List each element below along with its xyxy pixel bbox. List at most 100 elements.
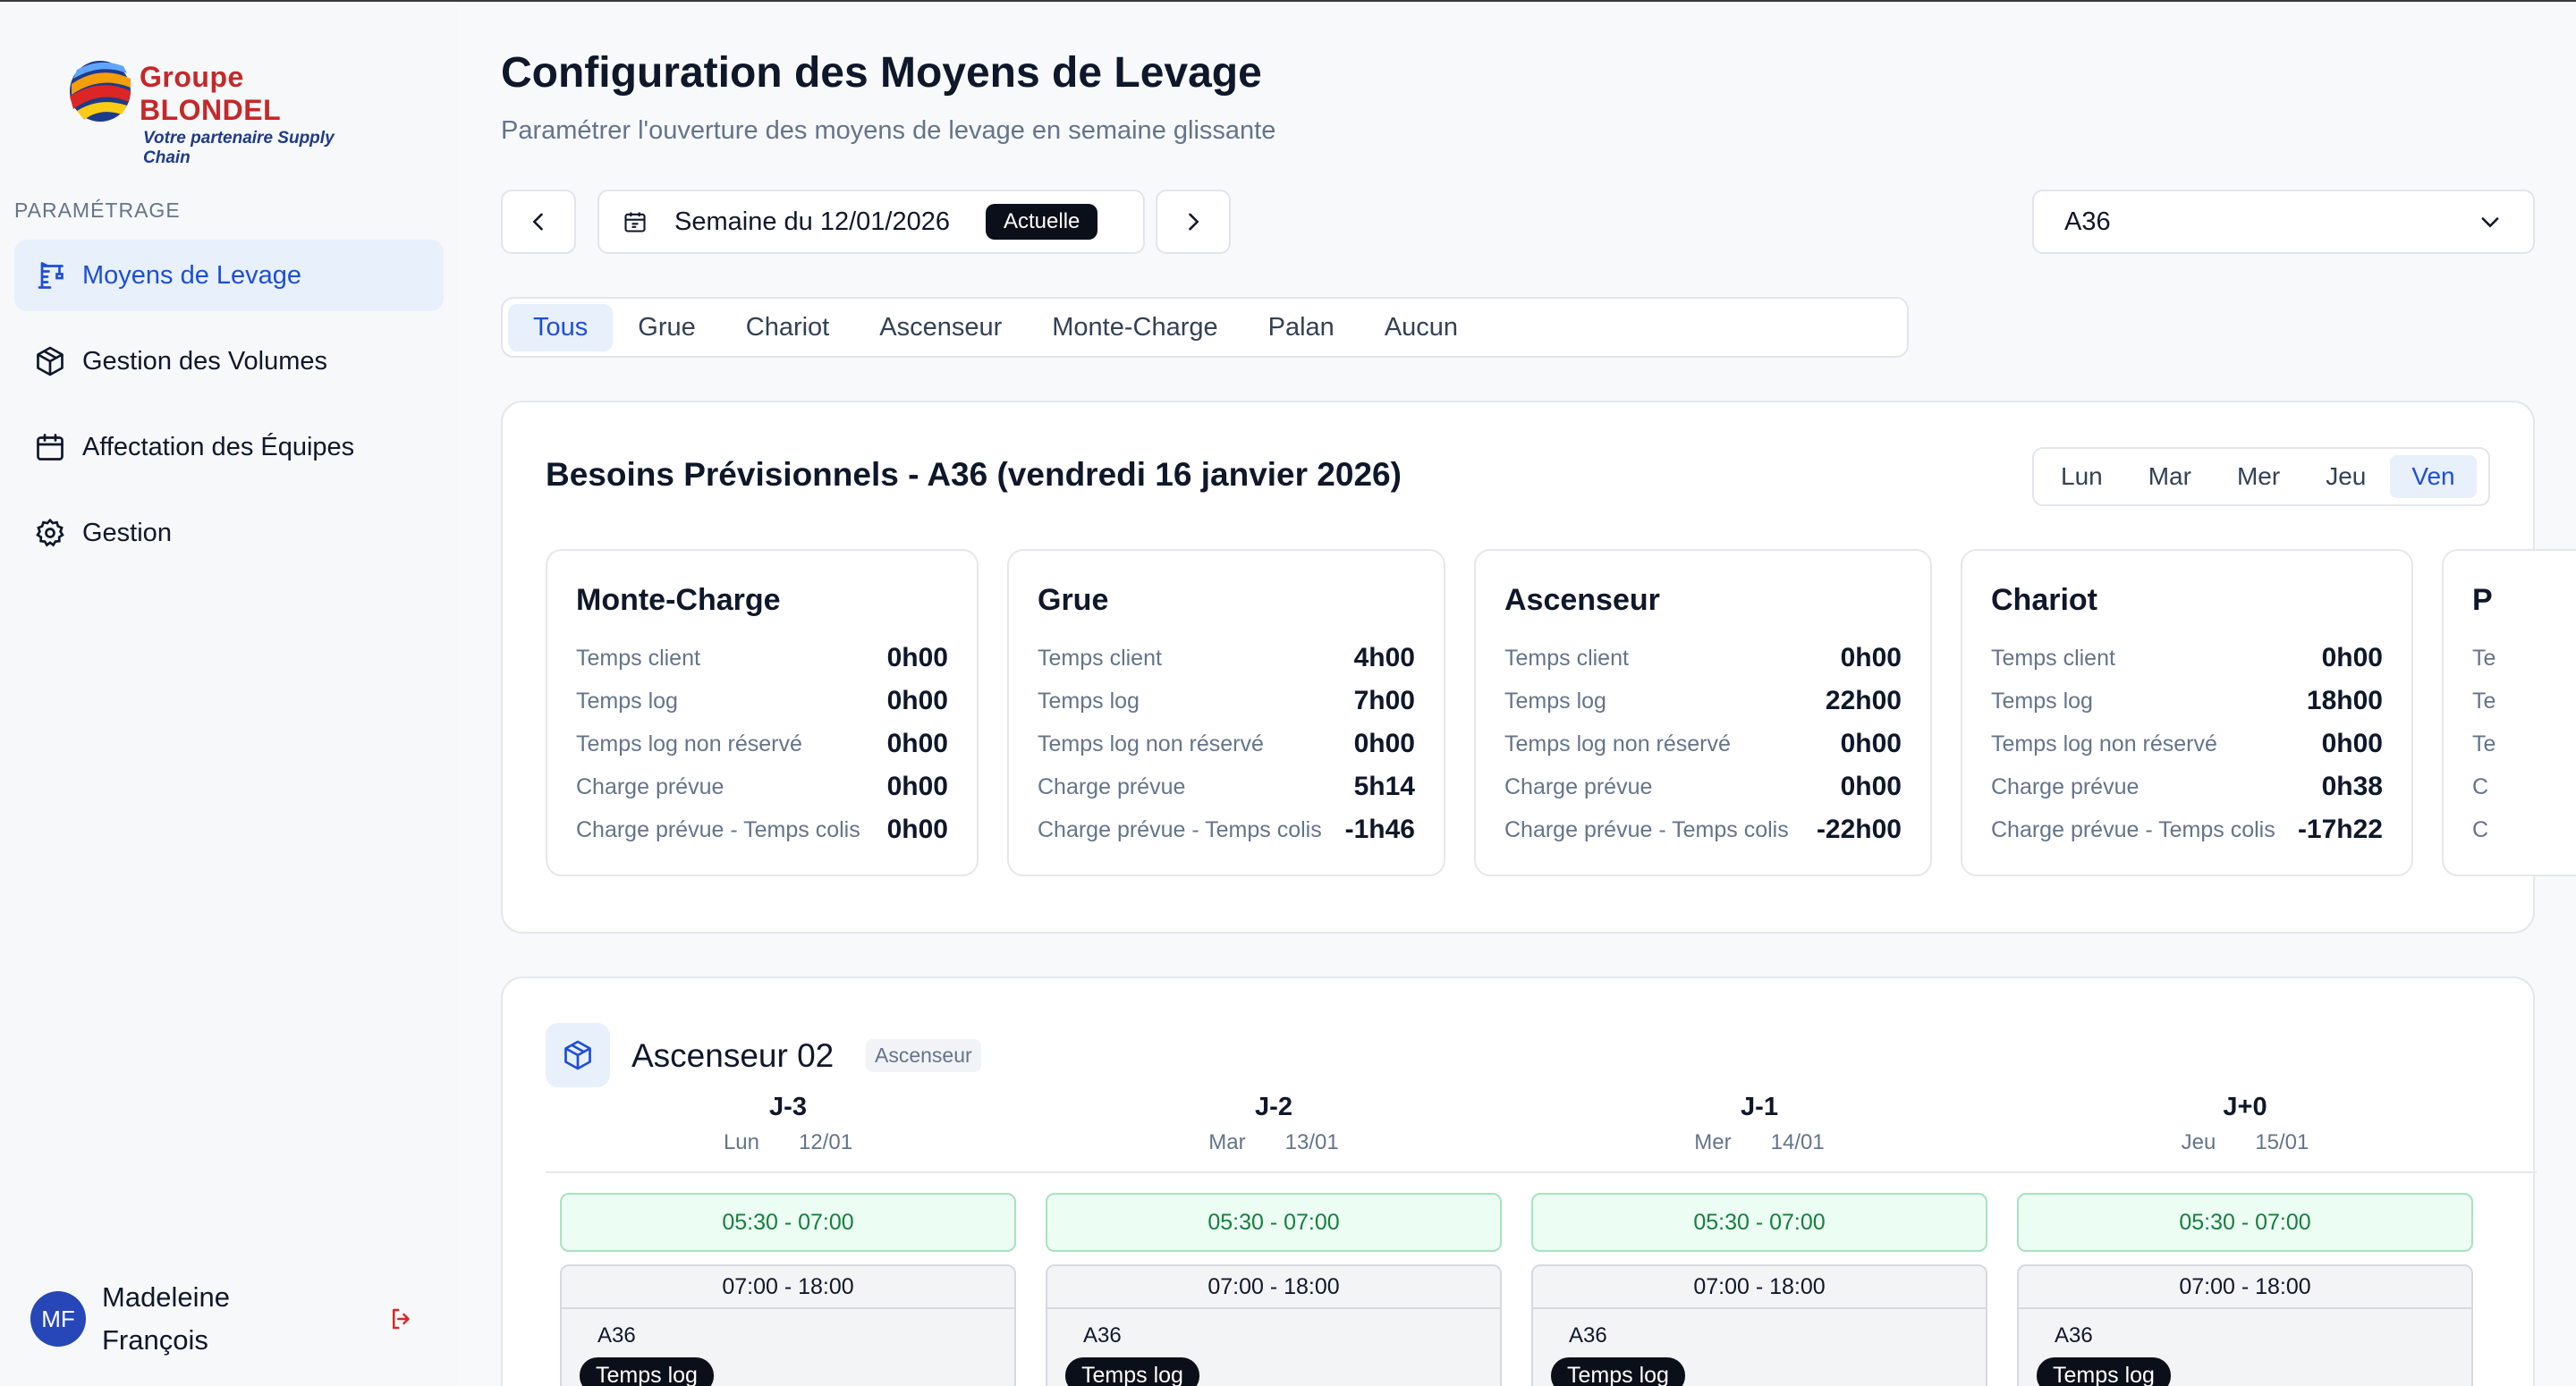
stat-value: 0h00 bbox=[886, 815, 948, 844]
slot-site: A36 bbox=[597, 1323, 636, 1348]
current-week-badge: Actuelle bbox=[985, 204, 1098, 240]
tab-mar[interactable]: Mar bbox=[2127, 455, 2213, 498]
stat-card-palan: P Te Te Te C C bbox=[2442, 549, 2576, 876]
stat-label: Temps log bbox=[1504, 688, 1606, 714]
sidebar-item-moyens-de-levage[interactable]: Moyens de Levage bbox=[14, 240, 444, 311]
page-subtitle: Paramétrer l'ouverture des moyens de lev… bbox=[501, 116, 1276, 145]
schedule-column: J-1 Mer 14/01 05:30 - 07:00 07:00 - 18:00… bbox=[1531, 1093, 1987, 1386]
globe-logo-icon bbox=[70, 61, 131, 122]
stat-value: 0h00 bbox=[886, 686, 948, 715]
stat-label: Charge prévue - Temps colis bbox=[1991, 816, 2275, 842]
user-profile: MF Madeleine François bbox=[30, 1279, 415, 1359]
stat-label: Charge prévue - Temps colis bbox=[1038, 816, 1322, 842]
stat-label: Temps log bbox=[1038, 688, 1140, 714]
slot-site: A36 bbox=[2055, 1323, 2093, 1348]
stat-value: 4h00 bbox=[1353, 643, 1415, 672]
equipment-card: Ascenseur 02 Ascenseur J-3 Lun 12/01 05:3… bbox=[501, 976, 2537, 1386]
calendar-icon bbox=[624, 212, 646, 232]
week-selector[interactable]: Semaine du 12/01/2026 Actuelle bbox=[597, 190, 1145, 254]
stat-value: -17h22 bbox=[2297, 815, 2383, 844]
stat-value: 0h00 bbox=[1840, 729, 1902, 758]
column-day: Jeu bbox=[2181, 1130, 2216, 1154]
schedule-column: J-2 Mar 13/01 05:30 - 07:00 07:00 - 18:00… bbox=[1046, 1093, 1502, 1386]
prev-week-button[interactable] bbox=[501, 190, 576, 254]
sidebar-item-gestion[interactable]: Gestion bbox=[14, 497, 444, 569]
tab-jeu[interactable]: Jeu bbox=[2304, 455, 2387, 498]
stat-label: Te bbox=[2472, 731, 2496, 756]
time-slot-main[interactable]: 07:00 - 18:00 A36 Temps log bbox=[2017, 1264, 2473, 1386]
time-slot-main[interactable]: 07:00 - 18:00 A36 Temps log bbox=[1046, 1264, 1502, 1386]
stat-label: Charge prévue bbox=[1991, 773, 2140, 799]
stat-value: 0h00 bbox=[886, 729, 948, 758]
chevron-down-icon bbox=[2481, 217, 2499, 228]
sidebar: Groupe BLONDEL Votre partenaire Supply C… bbox=[0, 2, 458, 1386]
main-content: Configuration des Moyens de Levage Param… bbox=[458, 2, 2576, 1386]
crane-icon bbox=[38, 262, 64, 289]
stat-label: Temps log non réservé bbox=[1038, 731, 1264, 756]
slot-site: A36 bbox=[1569, 1323, 1607, 1348]
stat-value: -1h46 bbox=[1344, 815, 1415, 844]
site-select-value: A36 bbox=[2064, 207, 2111, 236]
column-date: 13/01 bbox=[1284, 1130, 1339, 1154]
temps-log-badge: Temps log bbox=[1551, 1357, 1685, 1386]
stat-card-grue: Grue Temps client 4h00 Temps log 7h00 Temp… bbox=[1007, 549, 1445, 876]
time-slot-main[interactable]: 07:00 - 18:00 A36 Temps log bbox=[560, 1264, 1016, 1386]
forecast-card: Besoins Prévisionnels - A36 (vendredi 16… bbox=[501, 401, 2576, 934]
site-select[interactable]: A36 bbox=[2032, 190, 2535, 254]
stat-value: 22h00 bbox=[1825, 686, 1902, 715]
stat-label: Charge prévue - Temps colis bbox=[1504, 816, 1789, 842]
time-slot-early[interactable]: 05:30 - 07:00 bbox=[2017, 1193, 2473, 1252]
avatar[interactable]: MF bbox=[30, 1291, 86, 1347]
forecast-stats-scroller[interactable]: Monte-Charge Temps client 0h00 Temps log 0… bbox=[546, 549, 2576, 878]
tab-grue[interactable]: Grue bbox=[613, 304, 720, 351]
stat-value: 0h00 bbox=[2321, 643, 2383, 672]
temps-log-badge: Temps log bbox=[2037, 1357, 2171, 1386]
stat-value: -22h00 bbox=[1816, 815, 1902, 844]
equipment-name: Ascenseur 02 bbox=[631, 1037, 835, 1074]
column-offset: J+0 bbox=[2223, 1093, 2267, 1121]
stat-label: Temps log non réservé bbox=[576, 731, 802, 756]
tab-aucun[interactable]: Aucun bbox=[1360, 304, 1483, 351]
time-slot-early[interactable]: 05:30 - 07:00 bbox=[1531, 1193, 1987, 1252]
equipment-type-badge: Ascenseur bbox=[866, 1039, 981, 1072]
stat-card-title: Monte-Charge bbox=[576, 583, 781, 617]
stat-label: Temps log non réservé bbox=[1504, 731, 1731, 756]
tab-mer[interactable]: Mer bbox=[2216, 455, 2301, 498]
tab-monte-charge[interactable]: Monte-Charge bbox=[1027, 304, 1242, 351]
divider bbox=[546, 1171, 2537, 1173]
stat-value: 0h00 bbox=[886, 772, 948, 801]
week-label: Semaine du 12/01/2026 bbox=[674, 207, 950, 236]
time-slot-early[interactable]: 05:30 - 07:00 bbox=[560, 1193, 1016, 1252]
stat-value: 18h00 bbox=[2306, 686, 2383, 715]
tab-tous[interactable]: Tous bbox=[508, 303, 614, 351]
tab-palan[interactable]: Palan bbox=[1243, 304, 1360, 351]
stat-value: 7h00 bbox=[1353, 686, 1415, 715]
stat-value: 0h00 bbox=[1840, 643, 1902, 672]
sidebar-item-label: Moyens de Levage bbox=[82, 260, 302, 290]
equipment-icon-tile bbox=[546, 1023, 610, 1087]
stat-label: C bbox=[2472, 816, 2489, 842]
tab-chariot[interactable]: Chariot bbox=[721, 304, 855, 351]
user-name: Madeleine François bbox=[102, 1281, 231, 1356]
tab-ven[interactable]: Ven bbox=[2390, 455, 2477, 498]
next-week-button[interactable] bbox=[1156, 190, 1231, 254]
equipment-filter-tabs: Tous Grue Chariot Ascenseur Monte-Charge… bbox=[501, 297, 1909, 358]
time-slot-main[interactable]: 07:00 - 18:00 A36 Temps log bbox=[1531, 1264, 1987, 1386]
forecast-title: Besoins Prévisionnels - A36 (vendredi 16… bbox=[546, 456, 1402, 493]
brand-name: Groupe BLONDEL bbox=[140, 61, 282, 126]
time-slot-early[interactable]: 05:30 - 07:00 bbox=[1046, 1193, 1502, 1252]
stat-label: Te bbox=[2472, 645, 2496, 671]
stat-card-title: Ascenseur bbox=[1504, 583, 1660, 617]
brand-logo[interactable]: Groupe BLONDEL Votre partenaire Supply C… bbox=[68, 54, 372, 167]
calendar-icon bbox=[37, 434, 64, 461]
tab-ascenseur[interactable]: Ascenseur bbox=[854, 304, 1027, 351]
stat-label: Temps client bbox=[1038, 645, 1162, 671]
logout-icon[interactable] bbox=[388, 1306, 415, 1332]
slot-time: 07:00 - 18:00 bbox=[1533, 1266, 1986, 1309]
tab-lun[interactable]: Lun bbox=[2039, 455, 2124, 498]
sidebar-item-affectation-equipes[interactable]: Affectation des Équipes bbox=[14, 411, 444, 483]
stat-label: Te bbox=[2472, 688, 2496, 714]
stat-label: Charge prévue bbox=[1038, 773, 1186, 799]
sidebar-item-gestion-volumes[interactable]: Gestion des Volumes bbox=[14, 325, 444, 397]
column-date: 12/01 bbox=[798, 1130, 853, 1154]
